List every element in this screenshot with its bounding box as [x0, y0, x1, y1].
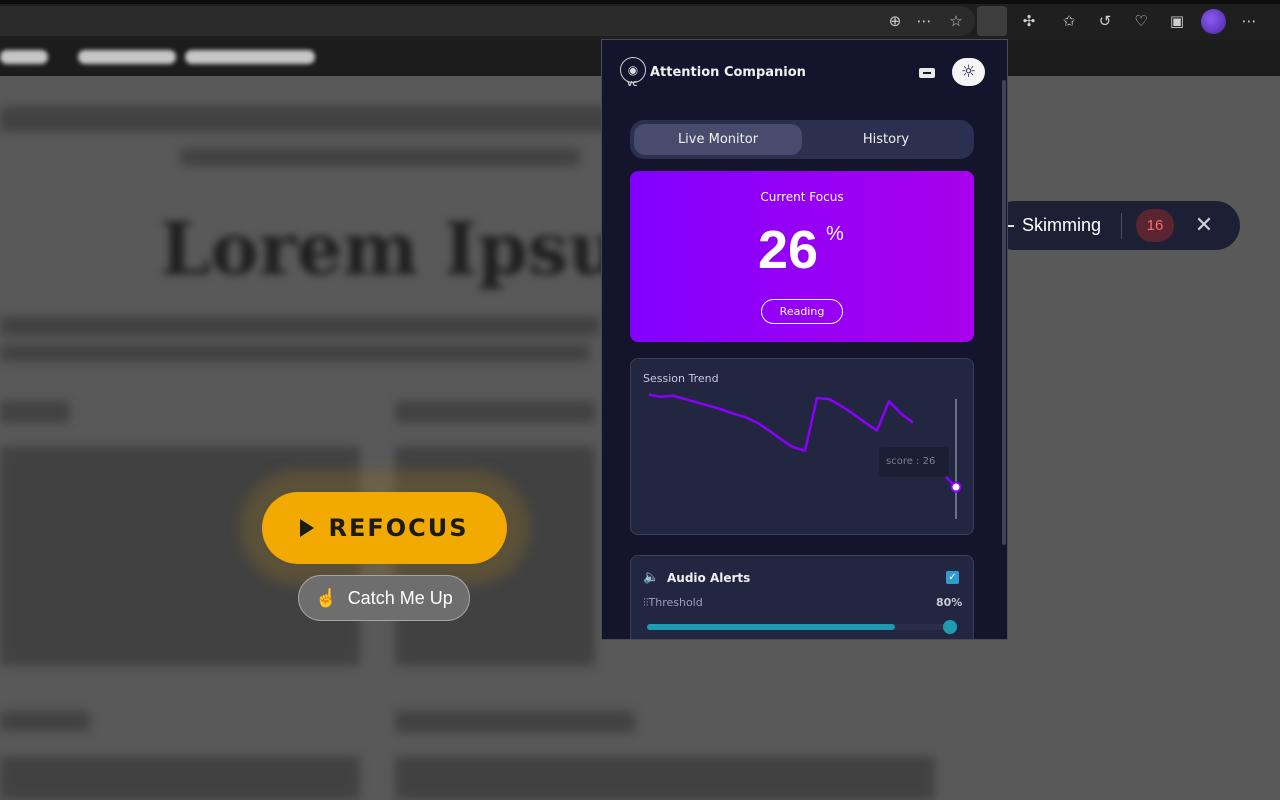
popup-scrollbar[interactable] — [1002, 80, 1006, 545]
threshold-slider-fill — [647, 624, 895, 630]
health-icon[interactable]: ♡ — [1130, 10, 1152, 32]
trend-series-line — [648, 393, 914, 452]
history-icon[interactable]: ↺ — [1094, 10, 1116, 32]
favorite-star-icon[interactable]: ☆ — [945, 10, 967, 32]
focus-value: 26 — [758, 220, 819, 280]
theme-toggle-button[interactable]: ☼ — [952, 58, 985, 86]
browser-toolbar: ⊕ ⋯ ☆ ✣ ✩ ↺ ♡ ▣ ⋯ — [0, 0, 1280, 40]
audio-alerts-checkbox[interactable]: ✓ — [946, 571, 959, 584]
catch-me-up-label: Catch Me Up — [347, 587, 453, 608]
logo-text: VC — [627, 80, 638, 88]
threshold-slider[interactable] — [647, 620, 957, 634]
catch-me-up-button[interactable]: ☝ Catch Me Up — [298, 575, 470, 621]
extension-active-icon[interactable] — [977, 6, 1007, 36]
threshold-value: 80% — [936, 596, 963, 609]
minimize-icon[interactable] — [919, 68, 935, 78]
tab-history[interactable]: History — [802, 124, 970, 155]
more-icon[interactable]: ⋯ — [913, 10, 935, 32]
extension-popup: ◉ VC Attention Companion ☼ Live Monitor … — [601, 39, 1008, 640]
address-bar[interactable] — [0, 6, 975, 36]
skimming-count-badge: 16 — [1136, 209, 1174, 242]
speaker-icon: 🔈 — [643, 570, 660, 585]
favorites-icon[interactable]: ✩ — [1058, 10, 1080, 32]
focus-state-badge: Reading — [761, 299, 843, 324]
menu-icon[interactable]: ⋯ — [1238, 10, 1260, 32]
focus-unit: % — [826, 223, 844, 245]
divider — [1121, 213, 1122, 239]
focus-label: Current Focus — [760, 190, 844, 204]
bookmark-item[interactable] — [0, 50, 48, 64]
zoom-icon[interactable]: ⊕ — [884, 10, 906, 32]
trend-chart: score : 26 — [648, 393, 962, 519]
threshold-label-text: Threshold — [648, 596, 703, 609]
bookmark-item[interactable] — [78, 50, 176, 64]
threshold-label: ⫶⫶Threshold — [643, 596, 703, 610]
audio-alerts-title: Audio Alerts — [667, 571, 751, 585]
current-focus-card: Current Focus 26 % Reading — [630, 171, 974, 342]
tab-bar: Live Monitor History — [630, 120, 974, 159]
tab-live-monitor[interactable]: Live Monitor — [634, 124, 802, 155]
audio-alerts-card: 🔈 Audio Alerts ✓ ⫶⫶Threshold 80% — [630, 555, 974, 639]
app-title: Attention Companion — [650, 65, 806, 80]
refocus-button[interactable]: REFOCUS — [262, 492, 507, 564]
hand-pointer-icon: ☝ — [315, 587, 338, 608]
trend-tooltip-text: score : 26 — [886, 456, 935, 467]
trend-current-point[interactable] — [950, 481, 962, 493]
threshold-slider-thumb[interactable] — [943, 620, 957, 634]
screenshot-icon[interactable]: ▣ — [1166, 10, 1188, 32]
skimming-indicator: Skimming 16 ✕ — [990, 201, 1240, 250]
tab-strip-edge — [0, 0, 1280, 4]
session-trend-card: Session Trend score : 26 — [630, 358, 974, 535]
refocus-label: REFOCUS — [328, 514, 469, 542]
bookmark-item[interactable] — [185, 50, 315, 64]
extensions-icon[interactable]: ✣ — [1018, 10, 1040, 32]
close-icon[interactable]: ✕ — [1192, 211, 1216, 239]
skimming-label: Skimming — [1022, 215, 1102, 235]
play-icon — [300, 519, 315, 537]
profile-avatar[interactable] — [1201, 9, 1226, 34]
